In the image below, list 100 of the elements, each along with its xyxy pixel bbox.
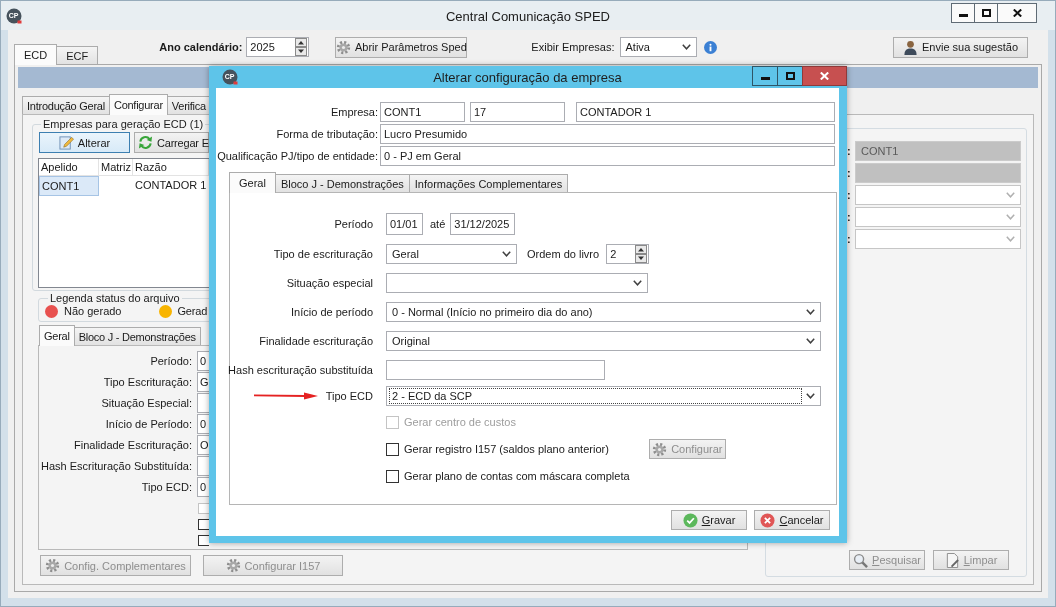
maximize-button[interactable]	[974, 3, 998, 23]
tab[interactable]: Configurar	[108, 94, 168, 115]
text-field[interactable]: 0	[197, 414, 209, 434]
form-label: Ordem do livro	[527, 248, 600, 260]
cancel-button[interactable]: Cancelar	[754, 510, 830, 530]
close-button[interactable]	[802, 66, 847, 86]
dropdown[interactable]: 0 - Normal (Início no primeiro dia do ano)	[386, 302, 821, 322]
document-icon	[944, 552, 960, 568]
text-field[interactable]: 17	[470, 102, 565, 122]
checkbox[interactable]	[386, 442, 399, 456]
form-label: Finalidade Escrituração:	[74, 439, 192, 451]
spin-arrows-icon[interactable]	[635, 245, 648, 263]
parameters-button[interactable]: Abrir Parâmetros Sped	[335, 36, 468, 58]
text-field[interactable]: G	[197, 372, 209, 392]
gear-icon	[335, 39, 351, 55]
close-icon	[1012, 9, 1022, 17]
save-button[interactable]: Gravar	[671, 510, 747, 530]
form-label: Tipo de escrituração	[273, 248, 373, 260]
search-icon	[853, 552, 869, 568]
tab[interactable]: Geral	[39, 325, 75, 346]
dropdown[interactable]: 2 - ECD da SCP	[386, 386, 821, 406]
pencil-icon	[58, 135, 74, 150]
chevron-down-icon	[681, 44, 691, 50]
field-label: :	[847, 145, 851, 157]
refresh-icon	[138, 135, 153, 150]
dialog-title: Alterar configuração da empresa	[433, 70, 622, 85]
form-label: Situação especial	[286, 277, 373, 289]
form-label: Hash Escrituração Substituída:	[40, 460, 192, 472]
legend-label: Gerad	[177, 305, 208, 317]
tab[interactable]: Informações Complementares	[408, 174, 569, 192]
tab[interactable]: Bloco J - Demonstrações	[73, 327, 201, 345]
chevron-down-icon	[806, 309, 815, 315]
table-cell[interactable]: CONT1	[39, 176, 99, 196]
gear-icon	[652, 441, 668, 457]
check-circle-icon	[682, 512, 698, 528]
number-spinner[interactable]: 2	[606, 244, 650, 264]
field-label: Exibir Empresas:	[531, 41, 615, 53]
text-field[interactable]: Lucro Presumido	[380, 124, 835, 144]
tab[interactable]: Geral	[229, 172, 276, 193]
readonly-field[interactable]	[855, 163, 1021, 183]
checkbox[interactable]	[198, 535, 209, 546]
text-field[interactable]: 0 - PJ em Geral	[380, 146, 835, 166]
table-cell[interactable]: CONTADOR 1	[133, 176, 209, 193]
spin-arrows-icon[interactable]	[295, 38, 308, 56]
form-label: Forma de tributação:	[276, 128, 378, 140]
minimize-icon	[958, 14, 968, 17]
field-label: :	[847, 189, 851, 201]
text-field[interactable]: 0	[197, 477, 209, 497]
chevron-down-icon	[633, 280, 642, 286]
checkbox[interactable]	[198, 519, 209, 530]
checkbox-label[interactable]: Gerar registro I157 (saldos plano anterior)	[404, 443, 609, 455]
readonly-field[interactable]: CONT1	[855, 141, 1021, 161]
tab[interactable]: Introdução Geral	[22, 96, 110, 114]
tab[interactable]: Verifica	[166, 96, 211, 114]
tab[interactable]: Bloco J - Demonstrações	[274, 174, 410, 192]
text-field[interactable]	[197, 393, 209, 413]
dropdown[interactable]: Geral	[386, 244, 517, 264]
tab[interactable]: ECD	[14, 44, 58, 65]
form-label: Período	[334, 218, 373, 230]
year-spinner[interactable]: 2025	[246, 37, 310, 57]
field-label: Ano calendário:	[159, 41, 243, 53]
form-label: Qualificação PJ/tipo de entidade:	[217, 150, 378, 162]
form-label: Início de período	[291, 306, 373, 318]
checkbox-label[interactable]: Gerar plano de contas com máscara completa	[404, 470, 630, 482]
edit-button[interactable]: Alterar	[39, 132, 130, 153]
window-title: Central Comunicação SPED	[446, 9, 610, 24]
maximize-icon	[785, 72, 795, 80]
text-field[interactable]	[197, 456, 209, 476]
form-label: Empresa:	[330, 106, 378, 118]
chevron-down-icon	[1006, 192, 1015, 198]
tab[interactable]: ECF	[56, 46, 99, 64]
chevron-down-icon	[502, 251, 511, 257]
date-field[interactable]: 31/12/2025	[450, 213, 516, 235]
reload-button[interactable]: Carregar E	[134, 132, 209, 153]
minimize-button[interactable]	[752, 66, 778, 86]
maximize-icon	[981, 9, 991, 17]
chevron-down-icon	[806, 338, 815, 344]
minimize-button[interactable]	[951, 3, 975, 23]
close-button[interactable]	[997, 3, 1037, 23]
gear-icon	[225, 558, 241, 573]
field-label: :	[847, 233, 851, 245]
dropdown[interactable]: Original	[386, 331, 821, 351]
minimize-icon	[760, 77, 770, 80]
text-field[interactable]: O	[197, 435, 209, 455]
suggestion-button[interactable]: Envie sua sugestão	[893, 36, 1028, 58]
column-header[interactable]: Matriz	[99, 159, 133, 176]
cancel-circle-icon	[760, 512, 776, 528]
close-icon	[820, 72, 829, 80]
checkbox[interactable]	[386, 469, 399, 483]
text-field[interactable]: CONT1	[380, 102, 465, 122]
text-field[interactable]	[386, 360, 605, 380]
date-field[interactable]: 01/01	[386, 213, 423, 235]
form-label: Período:	[150, 355, 192, 367]
form-label: Hash escrituração substituída	[228, 364, 373, 376]
text-field[interactable]: CONTADOR 1	[576, 102, 835, 122]
dropdown[interactable]: Ativa	[619, 37, 697, 57]
gear-icon	[45, 558, 61, 573]
form-label: Situação Especial:	[101, 397, 192, 409]
chevron-down-icon	[1006, 236, 1015, 242]
text-field[interactable]: 0	[197, 351, 209, 371]
